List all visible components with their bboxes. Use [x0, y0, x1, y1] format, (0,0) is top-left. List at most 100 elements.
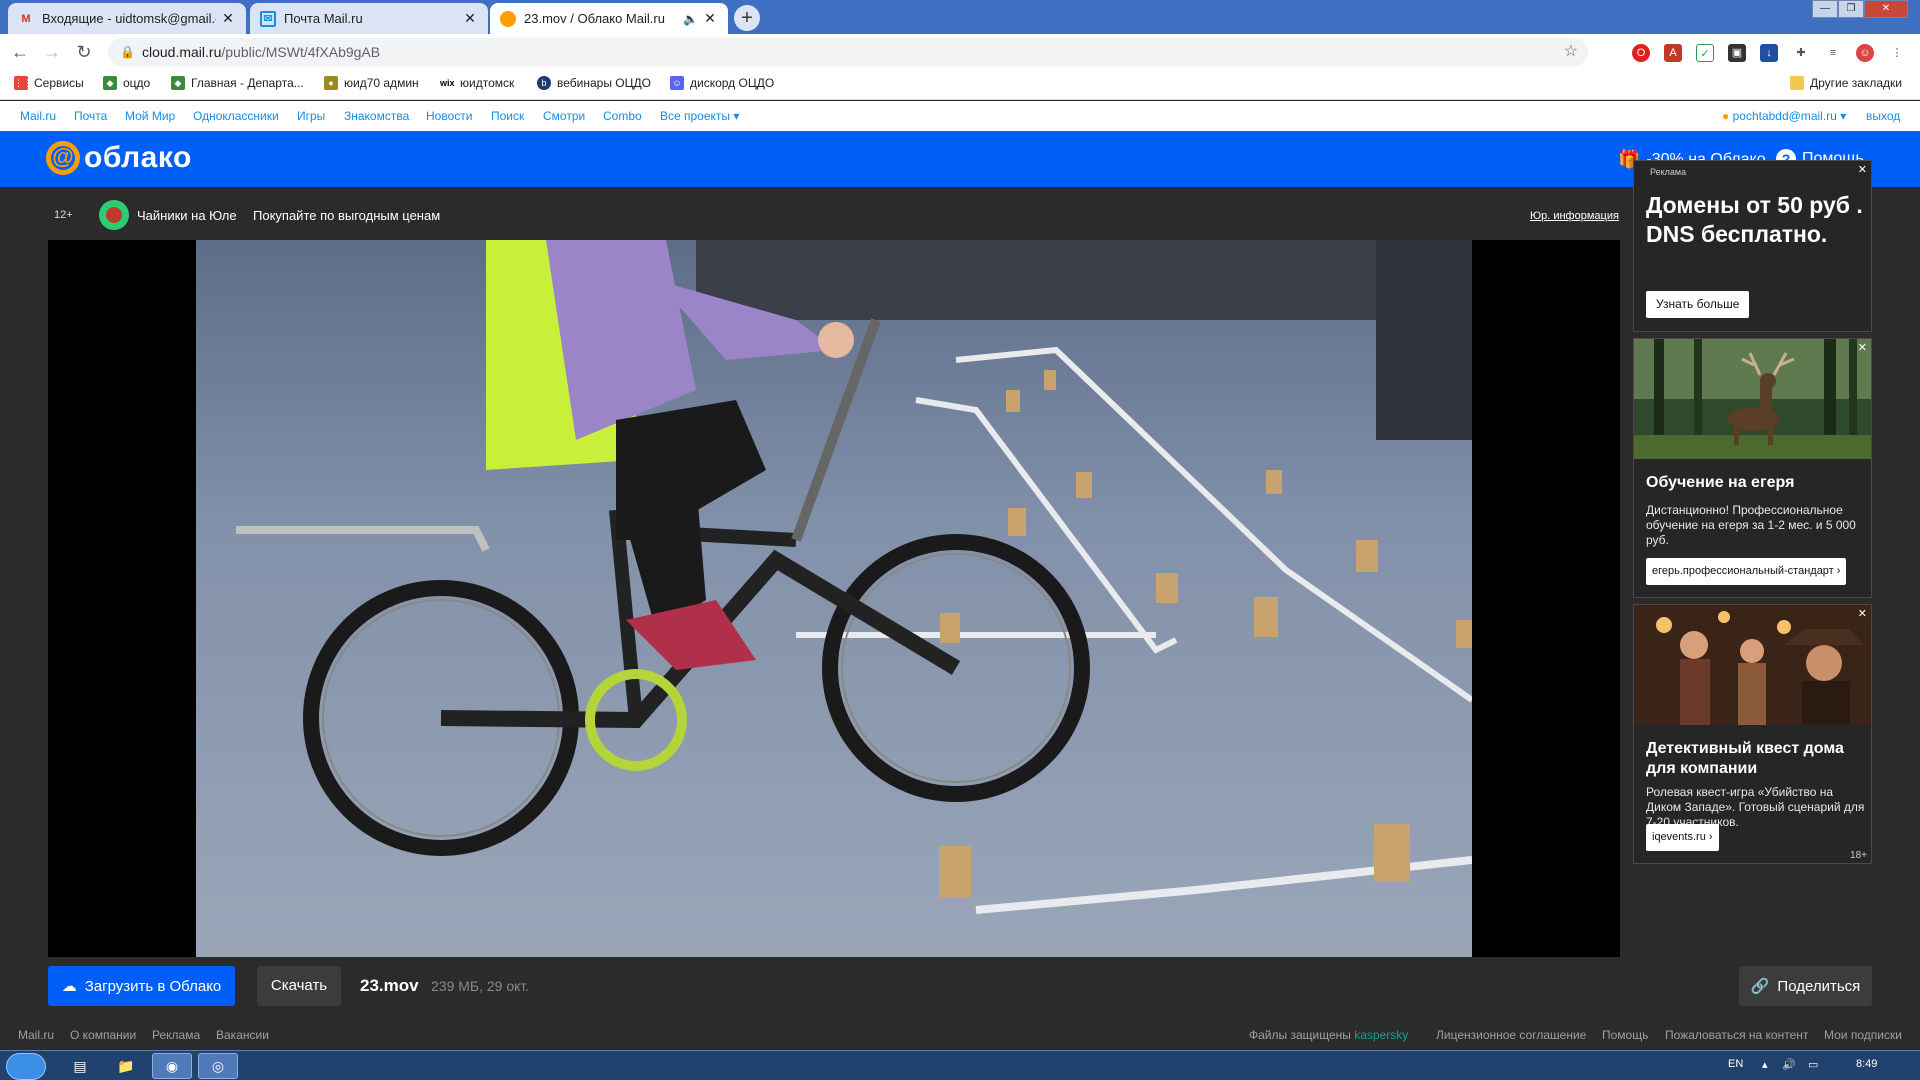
back-icon[interactable]: ←	[8, 40, 32, 64]
language-indicator[interactable]: EN	[1728, 1058, 1743, 1070]
portal-link-mailru[interactable]: Mail.ru	[20, 109, 56, 123]
gmail-icon: M	[21, 12, 31, 25]
portal-link-games[interactable]: Игры	[297, 109, 325, 123]
emblem-icon: ◆	[171, 76, 185, 90]
clock[interactable]: 8:49	[1856, 1058, 1877, 1070]
portal-bar: Mail.ru Почта Мой Мир Одноклассники Игры…	[0, 101, 1920, 131]
checkmark-extension-icon[interactable]: ✓	[1696, 44, 1714, 62]
portal-link-dating[interactable]: Знакомства	[344, 109, 409, 123]
speaker-icon[interactable]: 🔈	[683, 12, 698, 26]
ad-hunter-course[interactable]: ✕ Обучение на егеря Дистанционно! Профес…	[1633, 338, 1872, 598]
age-rating: 12+	[54, 209, 73, 221]
footer-link-ads[interactable]: Реклама	[152, 1028, 200, 1042]
bookmark-other[interactable]: Другие закладки	[1790, 76, 1902, 90]
adblock-icon[interactable]: A	[1664, 44, 1682, 62]
tab-mail[interactable]: ✉ Почта Mail.ru ✕	[250, 3, 488, 34]
share-label: Поделиться	[1777, 977, 1861, 995]
ad-text: Покупайте по выгодным ценам	[253, 208, 441, 223]
portal-link-watch[interactable]: Смотри	[543, 109, 585, 123]
ad-domains[interactable]: Реклама ✕ Домены от 50 руб . DNS бесплат…	[1633, 160, 1872, 332]
box-extension-icon[interactable]: ▣	[1728, 44, 1746, 62]
address-bar[interactable]: 🔒 cloud.mail.ru/public/MSWt/4fXAb9gAB ☆	[108, 38, 1588, 66]
volume-icon[interactable]: 🔊	[1782, 1058, 1796, 1071]
footer-link-about[interactable]: О компании	[70, 1028, 136, 1042]
bookmark-star-icon[interactable]: ☆	[1564, 38, 1578, 66]
logout-link[interactable]: выход	[1866, 109, 1900, 123]
legal-info-link[interactable]: Юр. информация	[1530, 210, 1619, 222]
portal-link-myworld[interactable]: Мой Мир	[125, 109, 175, 123]
ad-link-button[interactable]: iqevents.ru ›	[1646, 824, 1719, 851]
tab-cloud[interactable]: 23.mov / Облако Mail.ru 🔈 ✕	[490, 3, 728, 34]
close-icon[interactable]: ✕	[462, 10, 478, 27]
close-window-button[interactable]: ✕	[1864, 0, 1908, 18]
tab-gmail[interactable]: M Входящие - uidtomsk@gmail.com ✕	[8, 3, 246, 34]
user-account[interactable]: ● pochtabdd@mail.ru ▾	[1722, 109, 1846, 123]
new-tab-button[interactable]: +	[734, 5, 760, 31]
chrome-taskbar-icon[interactable]: ◉	[152, 1053, 192, 1079]
viewer-area: 12+ Чайники на Юле Покупайте по выгодным…	[0, 160, 1920, 1080]
ad-body: Дистанционно! Профессиональное обучение …	[1646, 503, 1856, 547]
bookmark-ocdo[interactable]: ◆ оцдо	[103, 76, 150, 90]
tray-arrow-icon[interactable]: ▴	[1762, 1058, 1768, 1071]
portal-link-combo[interactable]: Combo	[603, 109, 642, 123]
tab-title: 23.mov / Облако Mail.ru	[524, 11, 665, 26]
portal-link-mail[interactable]: Почта	[74, 109, 107, 123]
restore-button[interactable]: ❐	[1838, 0, 1864, 18]
ad-detective-quest[interactable]: ✕ Детективный квест дома для компании Ро…	[1633, 604, 1872, 864]
cloud-logo[interactable]: @ облако	[46, 141, 192, 175]
share-button[interactable]: 🔗 Поделиться	[1739, 966, 1872, 1006]
portal-link-all-projects[interactable]: Все проекты ▾	[660, 109, 739, 123]
upload-to-cloud-button[interactable]: ☁ Загрузить в Облако	[48, 966, 235, 1006]
forward-icon[interactable]: →	[40, 40, 64, 64]
media-queue-icon[interactable]: ≡	[1824, 44, 1842, 62]
bookmark-services[interactable]: ⋮⋮ Сервисы	[14, 76, 84, 90]
footer-protected[interactable]: Файлы защищены kaspersky	[1249, 1028, 1408, 1042]
video-frame[interactable]	[196, 240, 1472, 957]
opera-icon[interactable]: O	[1632, 44, 1650, 62]
footer-link-jobs[interactable]: Вакансии	[216, 1028, 269, 1042]
kaspersky-logo: kaspersky	[1354, 1028, 1409, 1042]
footer-link-license[interactable]: Лицензионное соглашение	[1436, 1028, 1586, 1042]
close-icon[interactable]: ✕	[1858, 607, 1867, 620]
learn-more-button[interactable]: Узнать больше	[1646, 291, 1750, 318]
status-dot-icon: ●	[1722, 109, 1730, 123]
extensions-puzzle-icon[interactable]: ✚	[1792, 44, 1810, 62]
close-icon[interactable]: ✕	[220, 10, 236, 27]
bookmark-label: Главная - Департа...	[191, 76, 304, 90]
download-button[interactable]: Скачать	[257, 966, 341, 1006]
app-taskbar-icon[interactable]: ◎	[198, 1053, 238, 1079]
chevron-down-icon: ▾	[1840, 109, 1847, 123]
close-icon[interactable]: ✕	[1858, 341, 1867, 354]
ad-link-button[interactable]: егерь.профессиональный-стандарт ›	[1646, 558, 1847, 585]
footer-link-mailru[interactable]: Mail.ru	[18, 1028, 54, 1042]
ad-link-label: егерь.профессиональный-стандарт	[1652, 565, 1834, 577]
bookmark-webinars[interactable]: b вебинары ОЦДО	[537, 76, 651, 90]
menu-kebab-icon[interactable]: ⋮	[1888, 44, 1906, 62]
video-player[interactable]	[48, 240, 1620, 957]
portal-link-news[interactable]: Новости	[426, 109, 472, 123]
explorer-folder-icon[interactable]: 📁	[106, 1053, 146, 1079]
download-extension-icon[interactable]: ↓	[1760, 44, 1778, 62]
footer-link-subscriptions[interactable]: Мои подписки	[1824, 1028, 1902, 1042]
footer-link-help[interactable]: Помощь	[1602, 1028, 1648, 1042]
network-icon[interactable]: ▭	[1808, 1058, 1818, 1071]
bookmark-department[interactable]: ◆ Главная - Департа...	[171, 76, 304, 90]
start-button[interactable]	[6, 1053, 46, 1080]
close-icon[interactable]: ✕	[1858, 163, 1867, 176]
notes-app-icon[interactable]: ▤	[60, 1053, 100, 1079]
cloud-icon: ☁	[61, 978, 77, 995]
bookmark-label: дискорд ОЦДО	[690, 76, 775, 90]
profile-avatar[interactable]: ☺	[1856, 44, 1874, 62]
ad-headline: Домены от 50 руб . DNS бесплатно.	[1646, 192, 1863, 247]
footer-link-report[interactable]: Пожаловаться на контент	[1665, 1028, 1808, 1042]
portal-link-ok[interactable]: Одноклассники	[193, 109, 279, 123]
bookmark-discord[interactable]: ☺ дискорд ОЦДО	[670, 76, 774, 90]
bookmark-yuidtomsk[interactable]: wix юидтомск	[440, 76, 514, 90]
reload-icon[interactable]: ↻	[72, 40, 96, 64]
minimize-button[interactable]: —	[1812, 0, 1838, 18]
wild-west-party-image	[1634, 605, 1871, 725]
close-icon[interactable]: ✕	[702, 10, 718, 27]
bookmark-yuid-admin[interactable]: ● юид70 админ	[324, 76, 419, 90]
top-ad-line[interactable]: 12+ Чайники на Юле Покупайте по выгодным…	[0, 187, 1620, 237]
portal-link-search[interactable]: Поиск	[491, 109, 524, 123]
